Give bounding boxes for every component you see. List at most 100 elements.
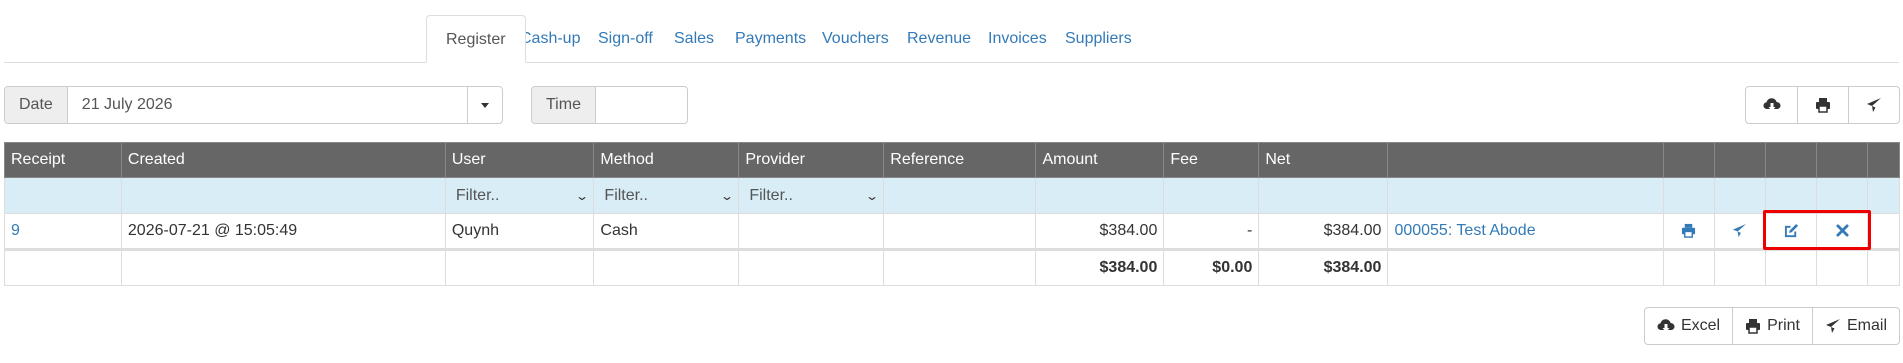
method-cell: Cash	[593, 213, 740, 250]
created-cell: 2026-07-21 @ 15:05:49	[120, 213, 446, 250]
row-send-button[interactable]	[1713, 213, 1766, 250]
time-label: Time	[532, 87, 596, 123]
filter-cell	[120, 177, 446, 214]
provider-filter-label: Filter..	[749, 186, 793, 204]
top-action-buttons	[1745, 86, 1900, 124]
table-row: 9 2026-07-21 @ 15:05:49 Quynh Cash $384.…	[4, 213, 1900, 250]
export-buttons: Excel Print Email	[1643, 307, 1900, 345]
print-button[interactable]	[1797, 87, 1848, 123]
tab-bar: Register Cash-up Sign-off Sales Payments…	[0, 15, 1903, 63]
date-select[interactable]: 21 July 2026	[68, 87, 467, 123]
filter-cell	[1662, 177, 1715, 214]
col-header-blank	[1764, 142, 1818, 178]
caret-down-icon	[481, 102, 489, 108]
date-label: Date	[5, 87, 68, 123]
col-header-reference[interactable]: Reference	[883, 142, 1037, 178]
total-cell	[1662, 248, 1715, 286]
col-header-user[interactable]: User	[444, 142, 595, 178]
filter-cell	[1163, 177, 1260, 214]
col-header-blank	[1662, 142, 1715, 178]
table-header-row: Receipt Created User Method Provider Ref…	[4, 142, 1900, 178]
date-dropdown-button[interactable]	[467, 87, 502, 123]
receipt-link[interactable]: 9	[4, 213, 122, 250]
excel-button[interactable]: Excel	[1645, 308, 1732, 344]
time-input[interactable]	[596, 87, 687, 123]
method-filter[interactable]: Filter.. ⌄	[593, 177, 740, 214]
print-icon	[1746, 319, 1761, 334]
highlight-box	[1763, 210, 1871, 250]
fee-cell: -	[1163, 213, 1260, 250]
tab-suppliers[interactable]: Suppliers	[1046, 15, 1151, 63]
col-header-created[interactable]: Created	[120, 142, 446, 178]
row-blank-cell	[1867, 213, 1900, 250]
col-header-blank	[1867, 142, 1900, 178]
print-all-button[interactable]: Print	[1732, 308, 1812, 344]
total-net: $384.00	[1258, 248, 1389, 286]
filter-cell	[1035, 177, 1165, 214]
total-cell	[883, 248, 1037, 286]
send-button[interactable]	[1848, 87, 1899, 123]
total-amount: $384.00	[1035, 248, 1165, 286]
totals-row: $384.00 $0.00 $384.00	[4, 248, 1900, 286]
print-icon	[1816, 98, 1830, 113]
cloud-download-icon	[1763, 98, 1780, 111]
total-cell	[4, 248, 122, 286]
amount-cell: $384.00	[1035, 213, 1165, 250]
col-header-provider[interactable]: Provider	[738, 142, 885, 178]
method-filter-label: Filter..	[604, 186, 648, 204]
col-header-method[interactable]: Method	[593, 142, 740, 178]
chevron-down-icon: ⌄	[575, 188, 590, 203]
register-table: Receipt Created User Method Provider Ref…	[4, 142, 1900, 286]
net-cell: $384.00	[1258, 213, 1389, 250]
total-cell	[593, 248, 740, 286]
total-cell	[738, 248, 885, 286]
email-label: Email	[1846, 317, 1887, 334]
paper-plane-icon	[1733, 224, 1747, 238]
total-fee: $0.00	[1163, 248, 1260, 286]
col-header-blank	[1387, 142, 1664, 178]
filter-cell	[1258, 177, 1389, 214]
chevron-down-icon: ⌄	[720, 188, 735, 203]
print-label: Print	[1767, 317, 1800, 334]
user-filter[interactable]: Filter.. ⌄	[444, 177, 595, 214]
filter-cell	[1713, 177, 1766, 214]
provider-filter[interactable]: Filter.. ⌄	[738, 177, 885, 214]
col-header-net[interactable]: Net	[1258, 142, 1389, 178]
total-cell	[1387, 248, 1664, 286]
col-header-fee[interactable]: Fee	[1163, 142, 1260, 178]
filter-cell	[883, 177, 1037, 214]
paper-plane-icon	[1867, 98, 1881, 112]
filter-cell	[1764, 177, 1818, 214]
download-button[interactable]	[1746, 87, 1797, 123]
total-cell	[1713, 248, 1766, 286]
total-cell	[1764, 248, 1818, 286]
invoice-link[interactable]: 000055: Test Abode	[1387, 213, 1664, 250]
excel-label: Excel	[1680, 317, 1721, 334]
total-cell	[1816, 248, 1869, 286]
tab-register[interactable]: Register	[426, 15, 526, 63]
print-icon	[1682, 224, 1696, 239]
filter-cell	[1867, 177, 1900, 214]
cloud-download-icon	[1657, 319, 1675, 332]
row-print-button[interactable]	[1662, 213, 1715, 250]
col-header-amount[interactable]: Amount	[1035, 142, 1165, 178]
total-cell	[1867, 248, 1900, 286]
chevron-down-icon: ⌄	[865, 188, 880, 203]
date-selector: Date 21 July 2026	[4, 86, 503, 124]
total-cell	[120, 248, 446, 286]
filter-cell	[1816, 177, 1869, 214]
provider-cell	[738, 213, 885, 250]
total-cell	[444, 248, 595, 286]
email-button[interactable]: Email	[1811, 308, 1899, 344]
paper-plane-icon	[1825, 319, 1840, 333]
reference-cell	[883, 213, 1037, 250]
col-header-blank	[1713, 142, 1766, 178]
user-cell: Quynh	[444, 213, 595, 250]
user-filter-label: Filter..	[455, 186, 500, 204]
col-header-receipt[interactable]: Receipt	[4, 142, 122, 178]
filter-cell	[4, 177, 122, 214]
time-selector: Time	[531, 86, 688, 124]
col-header-blank	[1816, 142, 1869, 178]
filter-row: Filter.. ⌄ Filter.. ⌄ Filter.. ⌄	[4, 177, 1900, 214]
filter-cell	[1387, 177, 1664, 214]
